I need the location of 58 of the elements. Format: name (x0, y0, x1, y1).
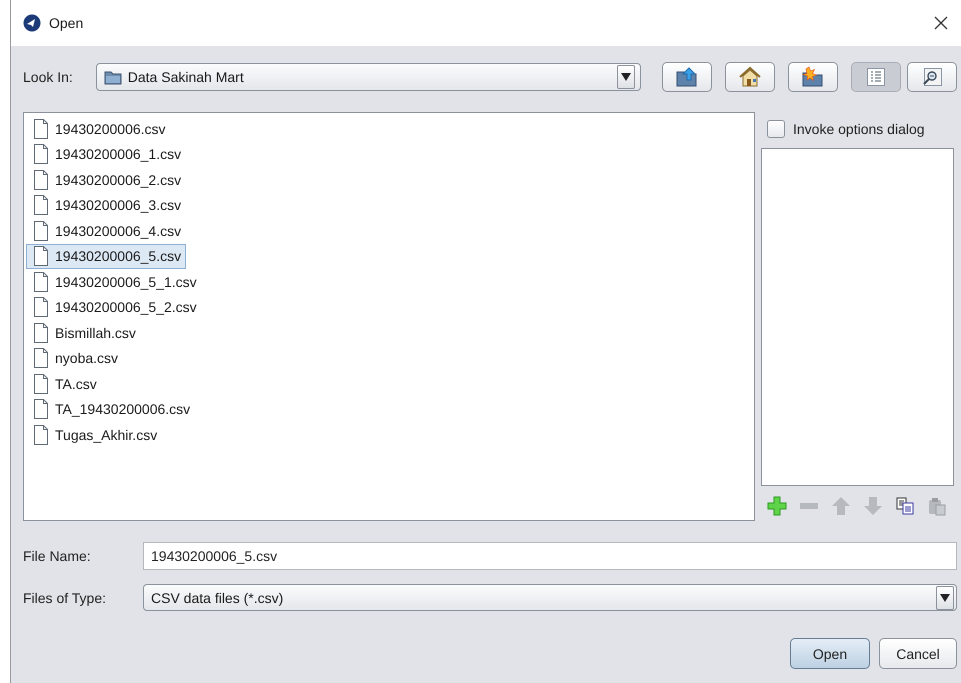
file-item[interactable]: Tugas_Akhir.csv (26, 422, 162, 448)
file-name-label: File Name: (23, 548, 92, 564)
file-item[interactable]: nyoba.csv (26, 346, 124, 371)
file-icon (33, 399, 49, 420)
plus-icon (767, 496, 787, 516)
folder-icon (104, 69, 122, 85)
dropdown-arrow-icon (940, 594, 950, 602)
home-button[interactable] (725, 62, 775, 92)
file-item[interactable]: TA_19430200006.csv (26, 396, 196, 422)
file-icon (33, 297, 49, 318)
dropdown-arrow-icon (621, 73, 631, 81)
file-icon (33, 170, 49, 190)
up-arrow-icon (831, 496, 851, 516)
file-icon (33, 424, 49, 445)
file-icon (33, 272, 49, 292)
file-icon (33, 246, 49, 266)
file-icon (33, 144, 49, 164)
file-item[interactable]: 19430200006_5.csv (26, 244, 186, 269)
home-icon (738, 66, 762, 88)
new-folder-button[interactable] (788, 62, 838, 92)
file-type-label: Files of Type: (23, 590, 108, 606)
file-type-dropdown[interactable]: CSV data files (*.csv) (143, 584, 957, 611)
app-icon (23, 14, 41, 32)
add-button[interactable] (767, 496, 787, 516)
cancel-button[interactable]: Cancel (879, 638, 957, 669)
file-icon (33, 118, 49, 139)
details-view-icon (922, 68, 942, 86)
open-button[interactable]: Open (790, 638, 870, 669)
look-in-dropdown[interactable]: Data Sakinah Mart (96, 63, 641, 91)
look-in-label: Look In: (23, 69, 74, 85)
file-item[interactable]: 19430200006_1.csv (26, 142, 186, 167)
file-item[interactable]: 19430200006_2.csv (26, 167, 186, 192)
folder-up-icon (675, 66, 699, 88)
invoke-options-checkbox[interactable]: Invoke options dialog (761, 114, 954, 144)
up-folder-button[interactable] (662, 62, 712, 92)
file-item[interactable]: TA.csv (26, 371, 102, 396)
details-view-button[interactable] (907, 62, 957, 92)
window-title: Open (49, 15, 84, 31)
file-icon (33, 348, 49, 368)
copy-icon (895, 496, 915, 516)
file-item[interactable]: 19430200006_4.csv (26, 218, 186, 244)
new-folder-icon (801, 66, 825, 88)
file-icon (33, 195, 49, 216)
copy-button[interactable] (895, 496, 915, 516)
file-item[interactable]: 19430200006_5_2.csv (26, 294, 202, 320)
list-view-icon (867, 68, 885, 86)
file-icon (33, 220, 49, 241)
down-arrow-icon (863, 496, 883, 516)
close-icon (934, 16, 948, 30)
file-item[interactable]: Bismillah.csv (26, 320, 141, 346)
file-item[interactable]: 19430200006_3.csv (26, 192, 186, 218)
file-name-field[interactable]: 19430200006_5.csv (143, 542, 957, 570)
list-view-button[interactable] (851, 62, 901, 92)
file-icon (33, 374, 49, 394)
file-icon (33, 322, 49, 343)
file-item[interactable]: 19430200006.csv (26, 116, 171, 142)
file-item[interactable]: 19430200006_5_1.csv (26, 269, 202, 294)
paste-icon (927, 496, 947, 516)
